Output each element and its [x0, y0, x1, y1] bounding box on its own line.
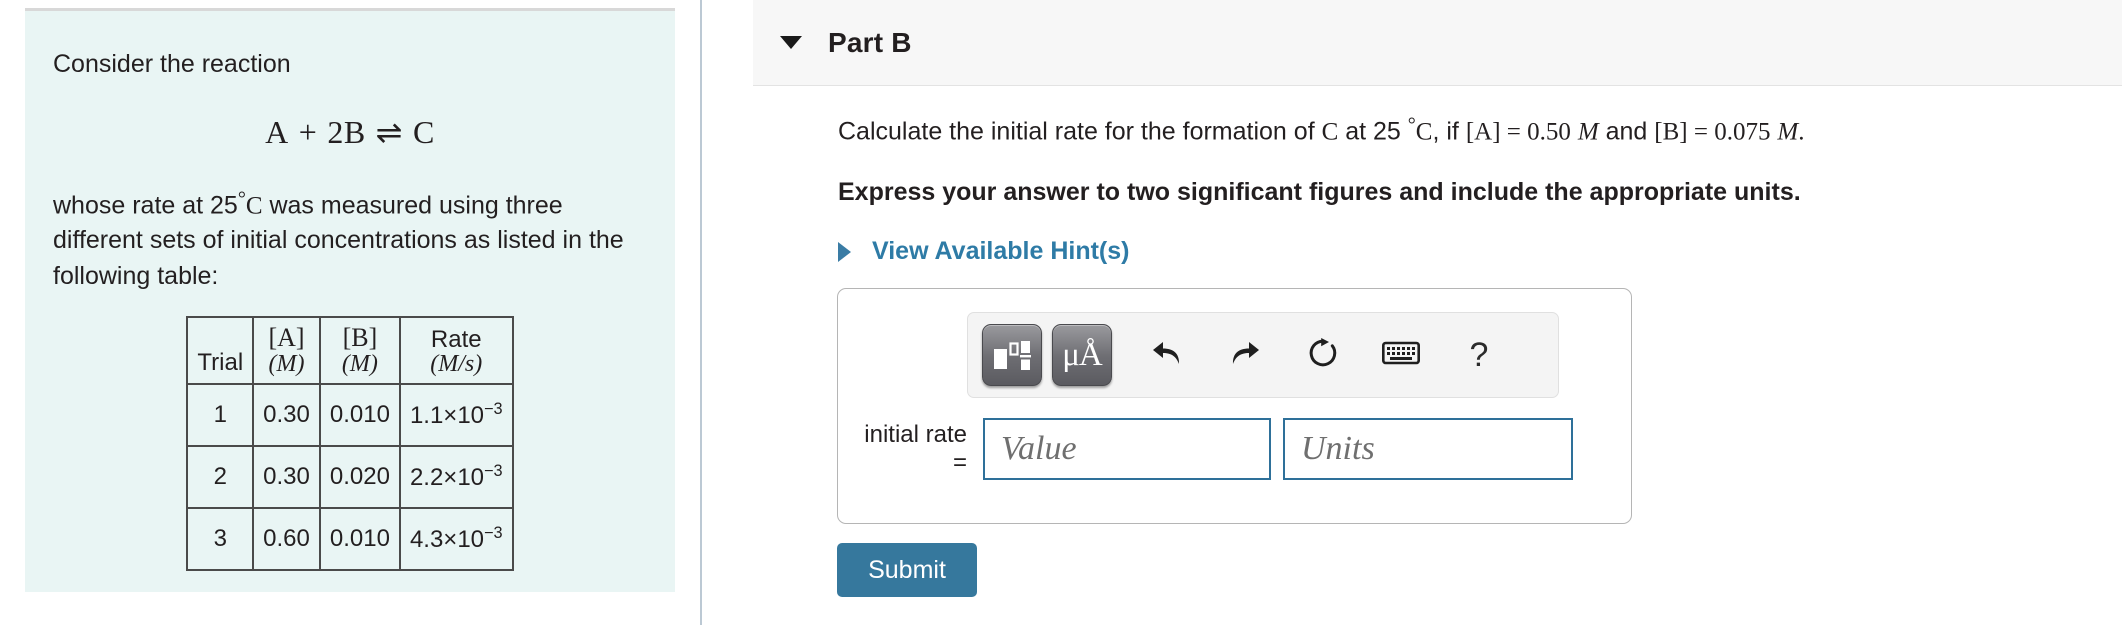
- cell-trial: 1: [186, 382, 255, 447]
- col-header-b-unit: (M): [341, 350, 378, 377]
- rate-exponent: −3: [484, 523, 503, 542]
- question-unit-b: M: [1777, 118, 1799, 146]
- question-conc-b: [B]: [1654, 118, 1688, 146]
- col-header-b-symbol: [B]: [342, 323, 378, 353]
- product-c: C: [412, 113, 435, 150]
- question-conc-a: [A]: [1465, 118, 1501, 146]
- cell-conc-b: 0.010: [318, 506, 401, 571]
- reset-button[interactable]: [1290, 324, 1356, 386]
- question-period: .: [1798, 118, 1805, 146]
- table-row: 3 0.60 0.010 4.3×10−3: [186, 506, 514, 571]
- cell-conc-a: 0.60: [252, 506, 321, 571]
- rate-mantissa: 2.2×10: [409, 463, 485, 491]
- template-palette-button[interactable]: [982, 324, 1042, 386]
- col-header-a-unit: (M): [268, 350, 305, 377]
- answer-input-row: initial rate =: [857, 418, 1573, 480]
- answer-panel: Part B Calculate the initial rate for th…: [753, 0, 2122, 625]
- units-input[interactable]: [1283, 418, 1573, 480]
- cell-conc-a: 0.30: [252, 444, 321, 509]
- question-value-b: 0.075: [1714, 118, 1771, 146]
- col-header-a-symbol: [A]: [268, 323, 305, 353]
- question-mark-icon: ?: [1469, 335, 1489, 374]
- table-header-row: Trial [A] (M) [B] (M) Rate (M/s): [186, 316, 514, 385]
- col-header-trial: Trial: [186, 316, 255, 385]
- question-seg-4: and: [1598, 117, 1655, 146]
- col-header-rate-unit: (M/s): [430, 350, 483, 377]
- question-equals-2: =: [1687, 118, 1715, 146]
- degree-symbol: °: [237, 187, 246, 210]
- cell-conc-a: 0.30: [252, 382, 321, 447]
- value-input[interactable]: [983, 418, 1271, 480]
- undo-arrow-icon: [1150, 338, 1184, 373]
- problem-body: Consider the reaction A +2B ⇌ C whose rate …: [25, 11, 675, 571]
- col-header-rate-label: Rate: [430, 325, 482, 353]
- col-header-concentration-a: [A] (M): [252, 316, 321, 385]
- reset-circular-arrow-icon: [1307, 337, 1339, 374]
- view-hints-link[interactable]: View Available Hint(s): [838, 237, 2108, 266]
- table-body: 1 0.30 0.010 1.1×10−3 2 0.30 0.020 2.2×1…: [186, 382, 514, 571]
- redo-arrow-icon: [1228, 338, 1262, 373]
- answer-instruction-text: Express your answer to two significant f…: [838, 178, 1801, 207]
- submit-button[interactable]: Submit: [837, 543, 977, 597]
- question-celsius: C: [1415, 118, 1433, 146]
- cell-rate: 4.3×10−3: [398, 506, 514, 571]
- help-button[interactable]: ?: [1446, 324, 1512, 386]
- plus-sign: +: [298, 113, 318, 150]
- problem-intro-text: Consider the reaction: [53, 50, 291, 78]
- page-title: Part B: [828, 26, 912, 58]
- description-prefix: whose rate at 25: [53, 190, 238, 219]
- col-header-rate: Rate (M/s): [398, 316, 514, 385]
- table-row: 2 0.30 0.020 2.2×10−3: [186, 444, 514, 509]
- math-template-icon: [993, 340, 1031, 370]
- question-seg-2: at 25: [1338, 117, 1408, 146]
- rate-data-table: Trial [A] (M) [B] (M) Rate (M/s) 1 0.30 …: [186, 316, 514, 571]
- table-row: 1 0.30 0.010 1.1×10−3: [186, 382, 514, 447]
- caret-down-icon[interactable]: [780, 36, 802, 49]
- question-species-c: C: [1321, 118, 1339, 146]
- redo-button[interactable]: [1212, 324, 1278, 386]
- question-unit-a: M: [1577, 118, 1599, 146]
- question-value-a: 0.50: [1527, 118, 1571, 146]
- cell-trial: 3: [186, 506, 255, 571]
- cell-conc-b: 0.020: [318, 444, 401, 509]
- math-toolbar: μÅ ?: [967, 312, 1559, 398]
- problem-description-text: whose rate at 25°C was measured using th…: [53, 185, 647, 295]
- part-header-bar[interactable]: Part B: [753, 0, 2122, 86]
- caret-right-icon: [838, 241, 851, 262]
- keyboard-button[interactable]: [1368, 324, 1434, 386]
- mu-angstrom-icon: μÅ: [1062, 336, 1103, 373]
- rate-mantissa: 1.1×10: [409, 401, 485, 429]
- question-seg-1: Calculate the initial rate for the forma…: [838, 117, 1322, 146]
- cell-conc-b: 0.010: [318, 382, 401, 447]
- units-palette-button[interactable]: μÅ: [1052, 324, 1112, 386]
- rate-mantissa: 4.3×10: [409, 525, 485, 553]
- cell-trial: 2: [186, 444, 255, 509]
- table-head: Trial [A] (M) [B] (M) Rate (M/s): [186, 316, 514, 385]
- view-hints-label: View Available Hint(s): [872, 237, 1130, 266]
- question-seg-3: , if: [1432, 117, 1466, 146]
- answer-entry-box: μÅ ? initial rate = Value Units: [837, 288, 1632, 524]
- celsius-symbol: C: [245, 191, 263, 219]
- panel-divider: [700, 0, 702, 625]
- problem-statement-panel: Consider the reaction A +2B ⇌ C whose rate …: [25, 8, 675, 592]
- rate-exponent: −3: [484, 461, 503, 480]
- rate-exponent: −3: [484, 399, 503, 418]
- reactant-a: A: [265, 113, 289, 150]
- cell-rate: 2.2×10−3: [398, 444, 514, 509]
- initial-rate-label: initial rate =: [864, 421, 967, 476]
- equilibrium-arrow-icon: ⇌: [375, 113, 403, 150]
- cell-rate: 1.1×10−3: [398, 382, 514, 447]
- reaction-equation: A +2B ⇌ C: [53, 113, 647, 151]
- col-header-concentration-b: [B] (M): [318, 316, 401, 385]
- question-text: Calculate the initial rate for the forma…: [838, 112, 2108, 149]
- reactant-b: 2B: [327, 113, 366, 150]
- rate-data-table-container: Trial [A] (M) [B] (M) Rate (M/s) 1 0.30 …: [53, 316, 647, 571]
- keyboard-icon: [1381, 340, 1421, 371]
- question-equals-1: =: [1500, 118, 1528, 146]
- question-degree-symbol: °: [1407, 114, 1416, 136]
- undo-button[interactable]: [1134, 324, 1200, 386]
- question-area: Calculate the initial rate for the forma…: [838, 112, 2108, 266]
